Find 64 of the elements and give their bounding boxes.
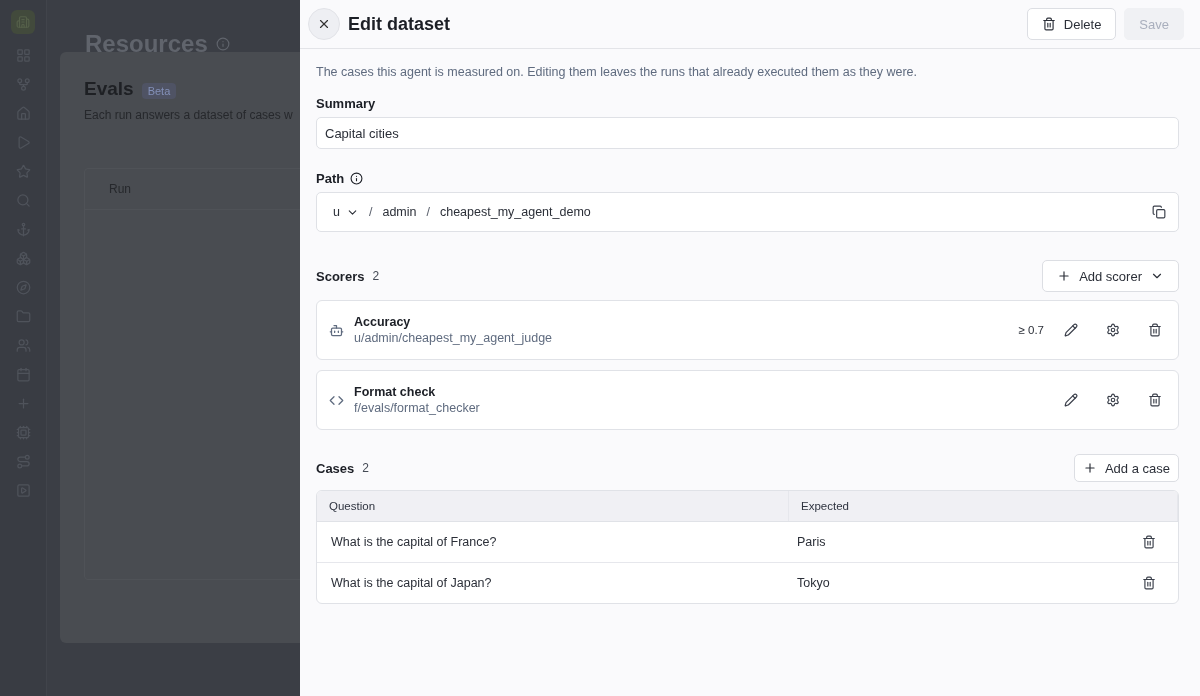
search-icon[interactable] xyxy=(15,193,31,208)
path-text: cheapest_my_agent_demo xyxy=(439,205,591,219)
field-label: Path xyxy=(316,171,345,186)
drawer-title: Edit dataset xyxy=(348,13,452,35)
pencil-icon xyxy=(1064,323,1078,337)
prefix-dropdown[interactable]: u xyxy=(333,205,359,219)
section-title: Scorers xyxy=(316,268,365,284)
question-cell-text: What is the capital of Japan? xyxy=(330,576,493,590)
section-title: Cases xyxy=(316,460,355,476)
summary-field[interactable]: Capital cities xyxy=(316,117,1179,149)
expected-cell-text: Paris xyxy=(796,535,827,549)
scorer-path: f/evals/format_checker xyxy=(354,401,481,415)
fork-icon[interactable] xyxy=(15,77,31,92)
plus-icon[interactable] xyxy=(15,396,31,411)
plus-icon xyxy=(1082,461,1097,475)
delete-button[interactable]: Delete xyxy=(1026,8,1117,40)
info-icon xyxy=(350,172,364,185)
grid-icon[interactable] xyxy=(15,48,31,63)
drawer-description: The cases this agent is measured on. Editing them leaves the runs that already executed them as they were. xyxy=(316,65,919,79)
copy-icon xyxy=(1152,205,1166,219)
plus-icon xyxy=(1057,269,1072,283)
expected-cell-text: Tokyo xyxy=(796,576,831,590)
trash-icon xyxy=(1142,535,1156,549)
scorer-name: Format check xyxy=(354,385,437,399)
beta-badge: Beta xyxy=(141,83,177,99)
question-cell-text: What is the capital of France? xyxy=(330,535,498,549)
column-header: Question xyxy=(317,491,789,521)
star-icon[interactable] xyxy=(15,164,31,179)
trash-icon xyxy=(1041,17,1056,31)
robot-icon xyxy=(329,322,344,338)
scorer-count: 2 xyxy=(372,269,380,283)
calendar-icon[interactable] xyxy=(15,367,31,382)
logo-icon[interactable] xyxy=(11,10,35,34)
info-icon xyxy=(215,37,230,51)
trash-icon xyxy=(1148,393,1162,407)
anchor-icon[interactable] xyxy=(15,222,31,237)
video-icon[interactable] xyxy=(15,483,31,498)
column-header: Expected xyxy=(789,491,1178,521)
users-icon[interactable] xyxy=(15,338,31,353)
add-scorer-button[interactable]: Add scorer xyxy=(1042,260,1179,292)
path-separator: / xyxy=(426,205,430,219)
scorer-path: u/admin/cheapest_my_agent_judge xyxy=(354,331,554,345)
folder-icon[interactable] xyxy=(15,309,31,324)
add-case-button[interactable]: Add a case xyxy=(1073,454,1179,482)
path-separator: / xyxy=(368,205,373,219)
trash-icon xyxy=(1142,576,1156,590)
close-icon xyxy=(317,17,331,31)
case-count: 2 xyxy=(362,461,369,475)
scorer-name: Accuracy xyxy=(354,315,412,329)
path-text: admin xyxy=(382,205,417,219)
close-button[interactable] xyxy=(308,8,340,40)
chip-icon[interactable] xyxy=(15,425,31,440)
route-icon[interactable] xyxy=(15,454,31,469)
threshold: ≥ 0.7 xyxy=(1018,324,1044,336)
field-label: Summary xyxy=(316,96,376,111)
settings-icon xyxy=(1106,323,1120,337)
home-icon[interactable] xyxy=(15,106,31,121)
path-field[interactable]: u / admin / cheapest_my_agent_demo xyxy=(316,192,1179,232)
play-icon[interactable] xyxy=(15,135,31,150)
boxes-icon[interactable] xyxy=(15,251,31,266)
trash-icon xyxy=(1148,323,1162,337)
compass-icon[interactable] xyxy=(15,280,31,295)
settings-icon xyxy=(1106,393,1120,407)
pencil-icon xyxy=(1064,393,1078,407)
